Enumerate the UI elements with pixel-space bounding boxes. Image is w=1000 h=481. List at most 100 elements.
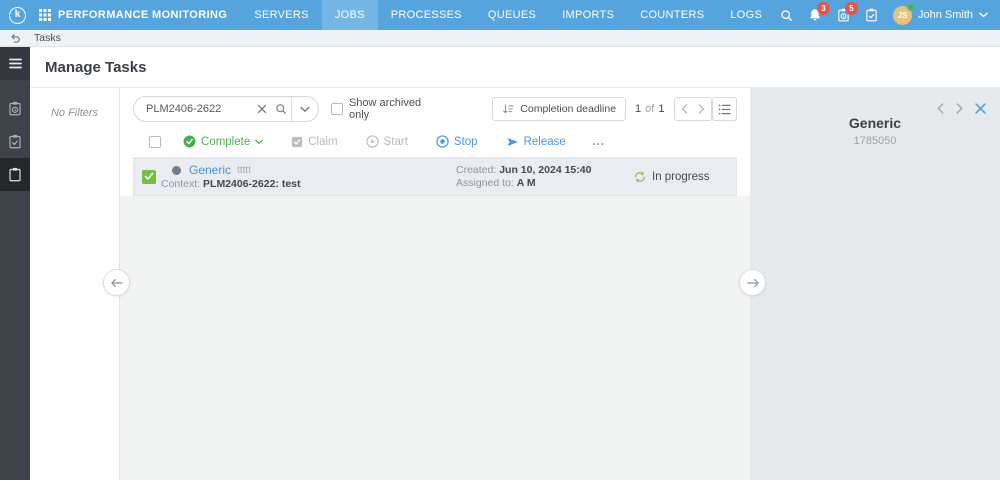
pagination: 1 of 1 bbox=[635, 103, 664, 115]
list-background bbox=[120, 196, 750, 480]
prev-page-button[interactable] bbox=[675, 98, 693, 120]
start-button[interactable]: Start bbox=[365, 135, 408, 148]
nav-item-jobs[interactable]: JOBS bbox=[321, 0, 378, 30]
hamburger-menu-icon[interactable] bbox=[0, 47, 30, 80]
select-all-checkbox[interactable] bbox=[149, 135, 161, 148]
rail-item-completed-tasks-icon[interactable] bbox=[0, 125, 30, 158]
collapse-filters-button[interactable] bbox=[103, 269, 130, 296]
search-options-chevron-icon[interactable] bbox=[290, 97, 318, 121]
task-meta: Created: Jun 10, 2024 15:40 Assigned to:… bbox=[456, 164, 606, 189]
detail-prev-chevron-icon[interactable] bbox=[937, 103, 944, 114]
release-label: Release bbox=[523, 135, 566, 148]
status-label: In progress bbox=[652, 170, 710, 183]
release-arrow-icon bbox=[506, 136, 519, 148]
task-context: Context: PLM2406-2622: test bbox=[161, 178, 301, 190]
avatar: JS bbox=[892, 2, 915, 25]
user-menu[interactable]: JS John Smith bbox=[892, 2, 988, 25]
grid-icon bbox=[39, 9, 51, 21]
avatar-initials: JS bbox=[897, 10, 908, 20]
breadcrumb-bar: Tasks bbox=[0, 30, 1000, 47]
claim-button[interactable]: Claim bbox=[291, 135, 338, 148]
assigned-label: Assigned to: bbox=[456, 177, 514, 189]
chevron-down-icon bbox=[979, 12, 988, 18]
app-logo[interactable]: k bbox=[0, 0, 35, 30]
breadcrumb-label[interactable]: Tasks bbox=[34, 32, 61, 44]
scheduled-tasks-icon[interactable]: 5 bbox=[837, 2, 858, 22]
stop-button[interactable]: Stop bbox=[436, 135, 478, 148]
in-progress-refresh-icon bbox=[634, 171, 646, 183]
completed-tasks-icon[interactable] bbox=[865, 8, 878, 22]
main-nav: SERVERS JOBS PROCESSES QUEUES IMPORTS CO… bbox=[241, 0, 775, 30]
rail-items bbox=[0, 92, 30, 191]
task-rows: Generic ttttt Context: PLM2406-2622: tes… bbox=[120, 157, 750, 196]
more-actions-button[interactable]: … bbox=[592, 135, 606, 147]
expand-detail-button[interactable] bbox=[739, 269, 766, 296]
app-title-label: PERFORMANCE MONITORING bbox=[58, 9, 228, 21]
search-icon[interactable] bbox=[780, 9, 793, 22]
task-title-link[interactable]: Generic bbox=[189, 163, 231, 177]
complete-button[interactable]: Complete bbox=[183, 135, 264, 148]
back-arrow-icon[interactable] bbox=[9, 33, 21, 44]
page-header: Manage Tasks bbox=[30, 47, 1000, 88]
detail-next-chevron-icon[interactable] bbox=[956, 103, 963, 114]
search-box bbox=[133, 96, 319, 122]
show-archived-label: Show archived only bbox=[348, 97, 422, 121]
detail-controls bbox=[937, 103, 986, 114]
task-row[interactable]: Generic ttttt Context: PLM2406-2622: tes… bbox=[133, 157, 737, 196]
context-label: Context: bbox=[161, 178, 201, 190]
row-checkbox-checked[interactable] bbox=[142, 169, 156, 184]
list-view-button[interactable] bbox=[711, 97, 737, 121]
created-value: Jun 10, 2024 15:40 bbox=[499, 164, 592, 176]
nav-item-imports[interactable]: IMPORTS bbox=[549, 0, 627, 30]
detail-close-icon[interactable] bbox=[975, 103, 986, 114]
notifications-badge: 3 bbox=[816, 2, 830, 15]
claim-label: Claim bbox=[308, 135, 338, 148]
logo-icon: k bbox=[9, 6, 26, 24]
search-input[interactable] bbox=[134, 103, 253, 115]
stop-circle-icon bbox=[436, 135, 449, 148]
sort-button[interactable]: Completion deadline bbox=[492, 97, 627, 121]
pagination-of: of bbox=[645, 103, 655, 115]
clear-search-icon[interactable] bbox=[253, 104, 271, 114]
task-type-dot-icon bbox=[172, 165, 181, 175]
bulk-actions-toolbar: Complete Claim Start Stop Release … bbox=[120, 124, 750, 157]
context-value: PLM2406-2622: test bbox=[203, 178, 301, 190]
nav-item-servers[interactable]: SERVERS bbox=[241, 0, 321, 30]
nav-item-queues[interactable]: QUEUES bbox=[475, 0, 549, 30]
complete-label: Complete bbox=[201, 135, 251, 148]
user-name: John Smith bbox=[917, 9, 973, 21]
claim-check-icon bbox=[291, 136, 303, 148]
no-filters-label: No Filters bbox=[50, 107, 99, 119]
detail-id: 1785050 bbox=[853, 135, 897, 147]
page-title: Manage Tasks bbox=[45, 58, 147, 76]
left-rail bbox=[0, 47, 30, 480]
scheduled-tasks-badge: 5 bbox=[844, 2, 858, 15]
nav-item-processes[interactable]: PROCESSES bbox=[378, 0, 475, 30]
pagination-total: 1 bbox=[658, 103, 665, 115]
release-button[interactable]: Release bbox=[506, 136, 566, 148]
search-submit-icon[interactable] bbox=[271, 103, 291, 115]
detail-panel: Generic 1785050 bbox=[750, 88, 1000, 480]
created-label: Created: bbox=[456, 164, 497, 176]
nav-item-logs[interactable]: LOGS bbox=[717, 0, 775, 30]
complete-dropdown-chevron-icon bbox=[255, 139, 264, 145]
next-page-button[interactable] bbox=[693, 98, 711, 120]
search-row: Show archived only Completion deadline 1 bbox=[120, 88, 750, 124]
task-list-panel: Show archived only Completion deadline 1 bbox=[120, 88, 750, 480]
start-label: Start bbox=[383, 135, 408, 148]
rail-item-scheduled-tasks-icon[interactable] bbox=[0, 92, 30, 125]
app-title[interactable]: PERFORMANCE MONITORING bbox=[35, 0, 241, 30]
task-title-suffix: ttttt bbox=[237, 164, 251, 176]
sort-descending-icon bbox=[502, 103, 514, 115]
assigned-value: A M bbox=[516, 177, 536, 189]
sort-label: Completion deadline bbox=[520, 103, 617, 115]
play-circle-icon bbox=[365, 135, 379, 148]
show-archived-toggle[interactable]: Show archived only bbox=[330, 97, 436, 121]
topbar-actions: 3 5 JS John Smith bbox=[780, 0, 1000, 30]
notifications-bell-icon[interactable]: 3 bbox=[808, 2, 830, 22]
topbar: k PERFORMANCE MONITORING SERVERS JOBS PR… bbox=[0, 0, 1000, 30]
rail-item-manage-tasks-icon[interactable] bbox=[0, 158, 30, 191]
show-archived-checkbox[interactable] bbox=[330, 103, 343, 115]
task-status: In progress bbox=[634, 171, 720, 183]
nav-item-counters[interactable]: COUNTERS bbox=[627, 0, 717, 30]
